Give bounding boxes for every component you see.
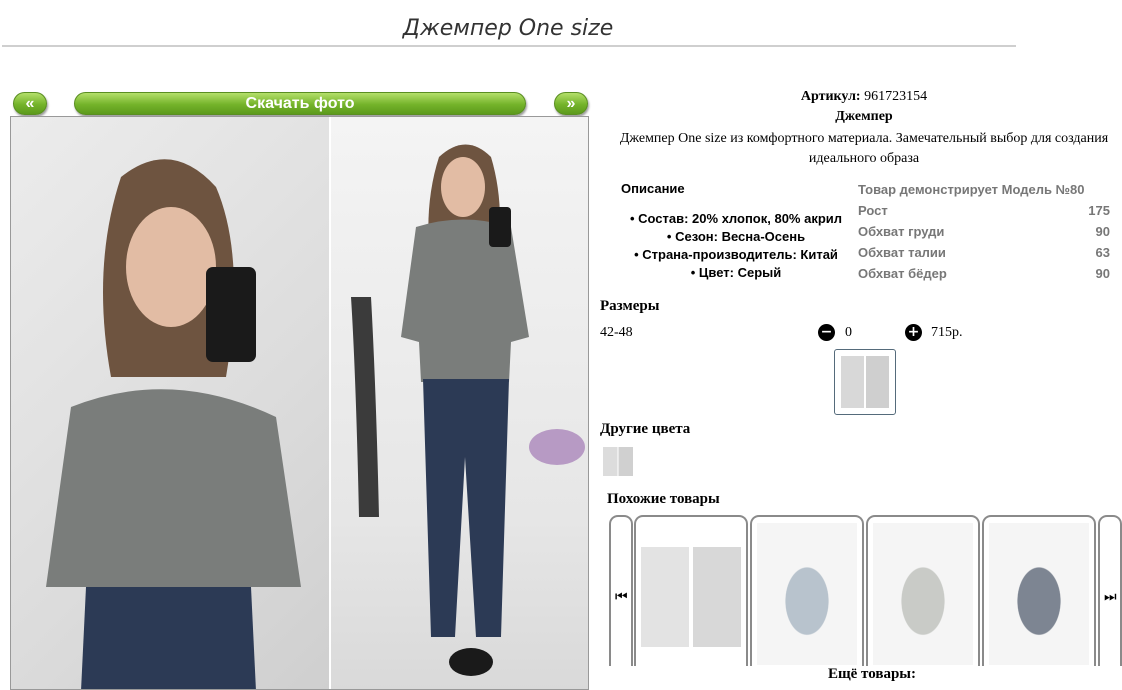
download-photo-button[interactable]: Скачать фото	[74, 92, 526, 115]
sizes-heading: Размеры	[600, 298, 660, 314]
size-value: 42-48	[600, 325, 633, 340]
similar-product-image	[873, 523, 973, 665]
similar-product-card[interactable]	[982, 515, 1096, 675]
prev-photo-button[interactable]: «	[13, 92, 47, 115]
model-label: Рост	[858, 203, 888, 218]
similar-product-image	[989, 523, 1089, 665]
skip-back-icon: ⏮	[615, 589, 628, 605]
product-description: Джемпер One size из комфортного материал…	[619, 131, 1109, 166]
color-variant-thumbnail[interactable]	[603, 447, 633, 476]
model-row: Рост 175	[858, 200, 1110, 221]
page-title: Джемпер One size	[402, 16, 614, 41]
photo-closeup	[11, 117, 329, 689]
model-value: 175	[1088, 203, 1110, 218]
details-item: Страна-производитель: Китай	[616, 246, 856, 264]
model-heading: Товар демонстрирует Модель №80	[858, 182, 1085, 197]
model-label: Обхват талии	[858, 245, 946, 260]
details-item: Состав: 20% хлопок, 80% акрил	[616, 210, 856, 228]
model-row: Обхват груди 90	[858, 221, 1110, 242]
model-closeup-figure	[46, 159, 301, 689]
minus-circle-icon[interactable]: −	[818, 324, 835, 341]
quantity-value: 0	[845, 325, 852, 340]
article-label: Артикул:	[800, 89, 861, 104]
price: 715р.	[931, 325, 963, 340]
model-row: Обхват бёдер 90	[858, 263, 1110, 284]
details-list: Состав: 20% хлопок, 80% акрил Сезон: Вес…	[616, 210, 856, 282]
similar-product-card[interactable]	[750, 515, 864, 675]
skip-forward-icon: ⏭	[1104, 589, 1117, 605]
size-thumbnail[interactable]	[834, 349, 896, 415]
model-label: Обхват груди	[858, 224, 945, 239]
carousel-prev-button[interactable]: ⏮	[609, 515, 633, 675]
similar-product-image	[641, 547, 741, 647]
size-thumbnail-image	[841, 356, 889, 408]
carousel-next-button[interactable]: ⏭	[1098, 515, 1122, 675]
more-products-heading: Ещё товары:	[600, 666, 1122, 683]
product-name: Джемпер	[835, 109, 893, 124]
model-value: 90	[1095, 266, 1110, 281]
article-value: 961723154	[864, 89, 928, 104]
model-fullbody-figure	[351, 144, 585, 676]
similar-product-card[interactable]	[634, 515, 748, 675]
article-line: Артикул: 961723154	[616, 89, 1112, 105]
details-box: Описание Состав: 20% хлопок, 80% акрил С…	[616, 181, 856, 282]
model-label: Обхват бёдер	[858, 266, 947, 281]
model-row: Обхват талии 63	[858, 242, 1110, 263]
title-divider	[2, 45, 1016, 47]
photo-fullbody	[331, 117, 588, 689]
plus-circle-icon[interactable]: +	[905, 324, 922, 341]
main-product-photo	[10, 116, 589, 690]
model-value: 63	[1095, 245, 1110, 260]
other-colors-heading: Другие цвета	[600, 421, 691, 437]
similar-product-image	[757, 523, 857, 665]
details-item: Цвет: Серый	[616, 264, 856, 282]
similar-products-heading: Похожие товары	[607, 491, 720, 507]
model-measurements: Товар демонстрирует Модель №80 Рост 175 …	[858, 179, 1110, 284]
details-heading: Описание	[621, 181, 685, 196]
details-item: Сезон: Весна-Осень	[616, 228, 856, 246]
next-photo-button[interactable]: »	[554, 92, 588, 115]
model-value: 90	[1095, 224, 1110, 239]
similar-product-card[interactable]	[866, 515, 980, 675]
